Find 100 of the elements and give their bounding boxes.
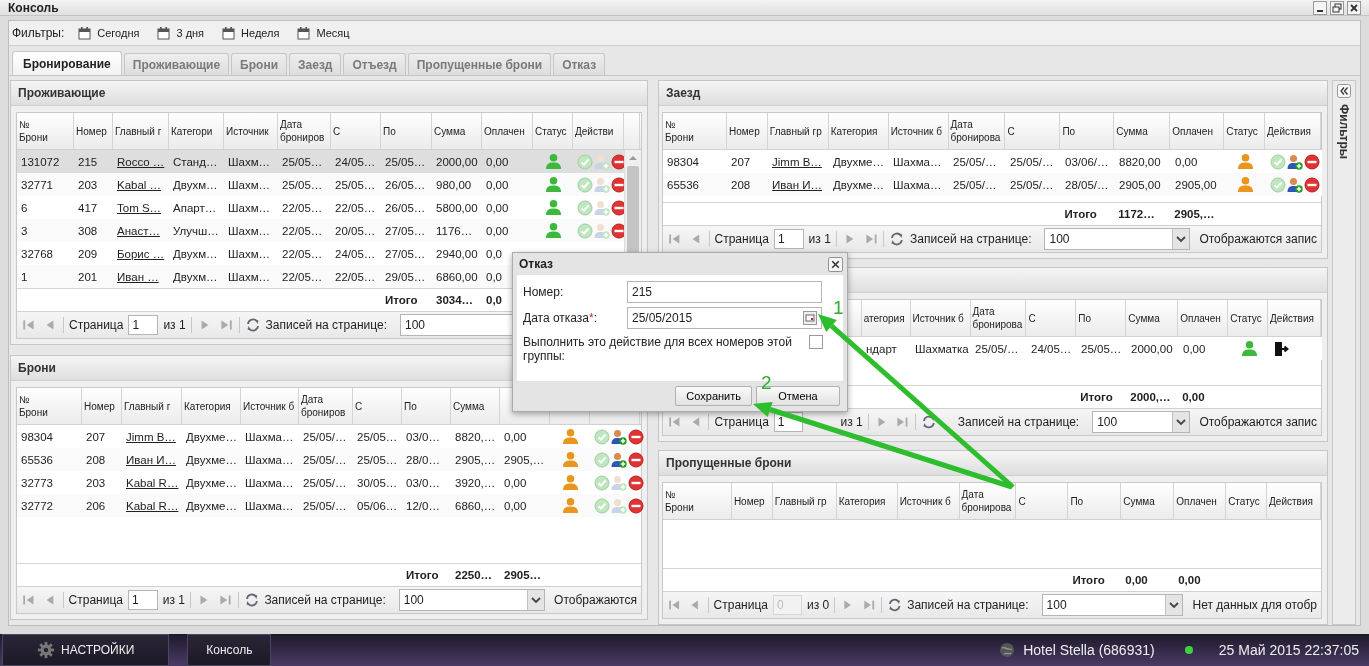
table-cell-text: 28/05/… — [1064, 177, 1110, 193]
total-value: 2905… — [503, 568, 543, 583]
table-cell-text: 29/05… — [384, 269, 427, 285]
table-cell-text: 1 — [20, 269, 29, 285]
per-page-label: Записей на странице: — [264, 593, 386, 607]
step-number: 1 — [833, 297, 844, 319]
table-cell-text: 25/05/… — [1009, 177, 1055, 193]
table-cell-text: 25/05/… — [974, 341, 1020, 357]
table-cell-text: 20/05… — [334, 223, 377, 239]
table-cell-text: 6860,00 — [435, 269, 479, 285]
table-cell-text: 98304 — [666, 154, 700, 170]
table-cell-text: 22/05… — [334, 269, 377, 285]
date-time: 25 Май 2015 22:37:05 — [1218, 642, 1359, 658]
table-cell-text: 32772 — [20, 498, 54, 514]
total-value: 2250… — [454, 568, 494, 583]
table-cell-text: 206 — [85, 498, 107, 514]
table-cell-text: 24/05… — [334, 154, 377, 170]
table-cell-text: 308 — [77, 223, 99, 239]
table-cell-text: 6860,… — [454, 498, 497, 514]
panel-title: Проживающие — [11, 81, 647, 106]
table-cell-text: 5800,00 — [435, 200, 479, 216]
table-cell-text: 25/05… — [281, 154, 324, 170]
table-cell-text: 0,00 — [485, 200, 510, 216]
table-cell-text: 208 — [85, 452, 107, 468]
table-cell-text: 2905,00 — [1174, 177, 1218, 193]
table-cell-text: Шахм… — [227, 177, 272, 193]
table-cell-text: Шахма… — [244, 475, 295, 491]
table-cell-text: 0,00 — [485, 154, 510, 170]
table-cell-text: Шахм… — [227, 223, 272, 239]
table-cell-text: 0,00 — [1174, 154, 1199, 170]
total-value: 0,00 — [1124, 573, 1149, 588]
table-cell-text: 209 — [77, 246, 99, 262]
table-cell-text: 30/05… — [356, 475, 399, 491]
table-cell-text: 25/05/… — [302, 498, 348, 514]
page-count: из 1 — [162, 593, 185, 607]
table-cell-text: 22/05… — [281, 200, 324, 216]
table-cell-text: 25/05/… — [302, 475, 348, 491]
page-count: из 1 — [808, 232, 831, 246]
table-cell-text: 207 — [730, 154, 752, 170]
table-cell-text: Шахматка — [914, 341, 970, 357]
table-cell-text: 25/05/… — [302, 429, 348, 445]
table-cell-text: Улучш… — [172, 223, 220, 239]
table-cell-text: ндарт — [865, 341, 898, 357]
table-cell-text: 0,00 — [503, 429, 528, 445]
paging-info: Отображаются запис — [1199, 415, 1317, 429]
total-value: 1172… — [1117, 207, 1156, 222]
table-cell-text: 0,00 — [485, 223, 510, 239]
table-cell-text: 6 — [20, 200, 29, 216]
table-cell-text: 2905,… — [503, 452, 546, 468]
table-cell-text: 28/0… — [405, 452, 441, 468]
total-label: Итого — [384, 293, 419, 308]
table-cell-text: Двухме… — [185, 498, 238, 514]
table-cell-text: 0,00 — [503, 475, 528, 491]
page-label: Страница — [713, 598, 768, 612]
per-page-label: Записей на странице: — [265, 318, 387, 332]
table-cell-text: 25/05… — [281, 177, 324, 193]
table-cell-text: Шахм… — [227, 246, 272, 262]
table-cell-text: 203 — [85, 475, 107, 491]
table-cell-text: 207 — [85, 429, 107, 445]
table-cell-text: Станд… — [172, 154, 219, 170]
table-cell-text: Двухме… — [832, 154, 885, 170]
table-cell-text: 2905,… — [454, 452, 497, 468]
table-cell-text: 0,00 — [485, 177, 510, 193]
table-cell-text: 98304 — [20, 429, 54, 445]
table-cell-text: 25/05… — [384, 154, 427, 170]
per-page-label: Записей на странице: — [907, 598, 1029, 612]
window-title: Консоль — [8, 0, 59, 15]
table-cell-text: Шахм… — [227, 154, 272, 170]
table-cell-text: Двухм… — [172, 246, 219, 262]
table-cell-text: 32771 — [20, 177, 54, 193]
table-cell-text: 24/05… — [1030, 341, 1073, 357]
per-page-label: Записей на странице: — [910, 232, 1032, 246]
table-cell-text: Шахма… — [244, 498, 295, 514]
table-cell-text: 32773 — [20, 475, 54, 491]
table-cell-text: 05/06… — [356, 498, 399, 514]
table-cell-text: 2905,00 — [1118, 177, 1162, 193]
table-cell-text: Апарт… — [172, 200, 218, 216]
table-cell-text: Двухме… — [185, 475, 238, 491]
table-cell-text: 27/05… — [384, 246, 427, 262]
table-cell-text: 1176… — [435, 223, 474, 239]
table-cell-text: 24/05… — [334, 246, 377, 262]
table-cell-text: 25/05/… — [302, 452, 348, 468]
table-cell-text: Двухме… — [185, 452, 238, 468]
hotel-name: Hotel Stella (686931) — [1023, 642, 1155, 658]
table-cell-text: 0,00 — [1182, 341, 1207, 357]
paging-info: Нет данных для отобр — [1192, 598, 1317, 612]
table-cell-text: 2940,00 — [435, 246, 479, 262]
table-cell-text: 65536 — [666, 177, 700, 193]
table-cell-text: 25/05/… — [952, 177, 998, 193]
total-label: Итого — [1079, 390, 1114, 405]
table-cell-text: 203 — [77, 177, 99, 193]
table-cell-text: Шахм… — [227, 200, 272, 216]
table-cell-text: 22/05… — [281, 269, 324, 285]
table-cell-text: Шахма… — [892, 154, 943, 170]
table-cell-text: 25/05… — [1080, 341, 1123, 357]
table-cell-text: Шахма… — [244, 429, 295, 445]
table-cell-text: 27/05… — [384, 223, 427, 239]
table-cell-text: 3 — [20, 223, 29, 239]
table-cell-text: 25/05… — [356, 452, 399, 468]
table-cell-text: Шахма… — [244, 452, 295, 468]
